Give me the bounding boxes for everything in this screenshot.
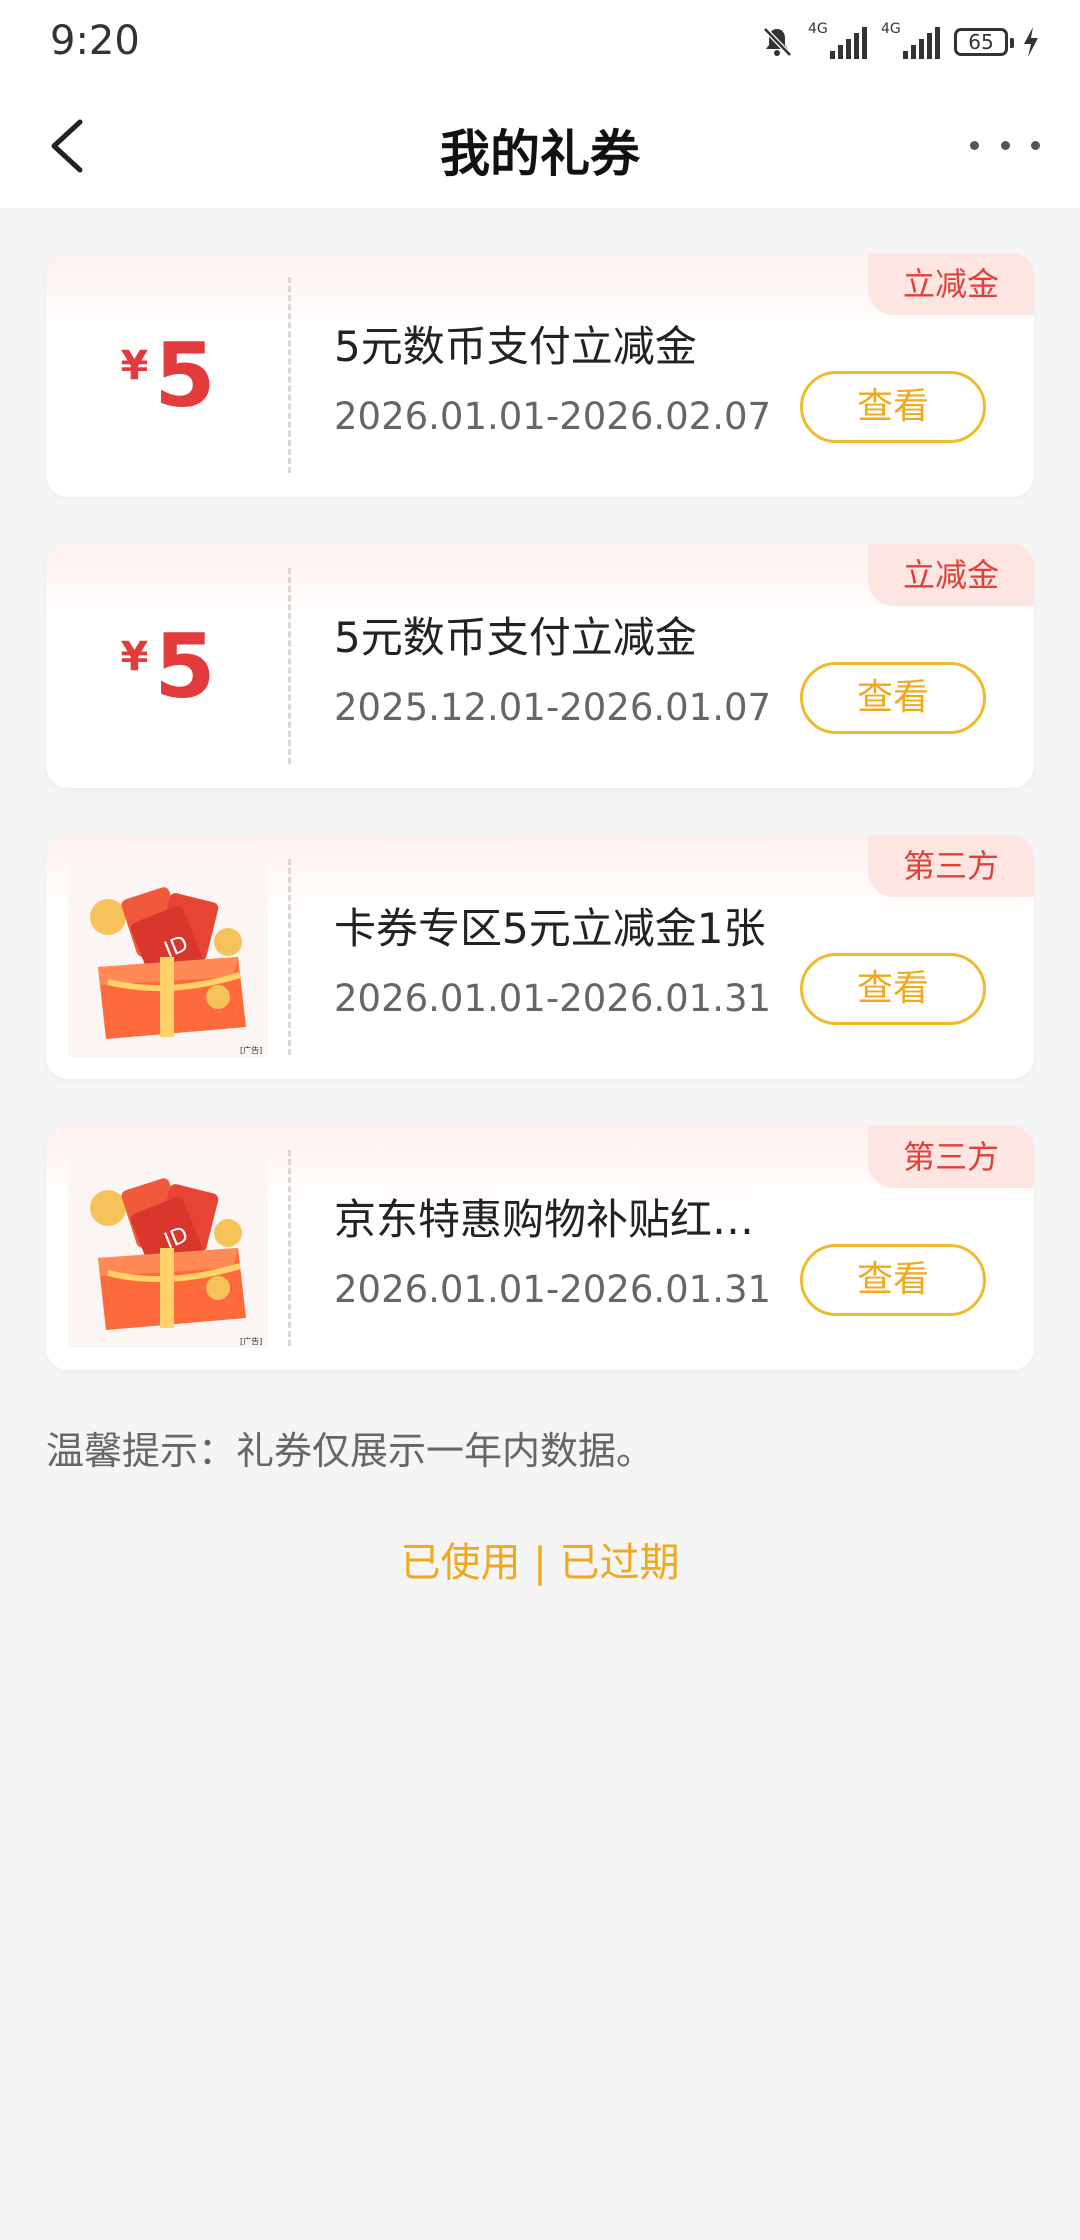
more-dots-icon [970, 140, 979, 150]
amount-value: 5 [154, 614, 216, 718]
coupon-name: 5元数币支付立减金 [334, 322, 697, 371]
dashed-divider [288, 859, 291, 1055]
status-time: 9:20 [50, 18, 140, 64]
coupon-tag: 立减金 [868, 544, 1034, 606]
signal-1-icon: 4G [808, 21, 867, 59]
page-title: 我的礼券 [440, 125, 640, 183]
dashed-divider [288, 277, 291, 473]
coupon-tag: 第三方 [868, 835, 1034, 897]
used-link[interactable]: 已使用 [401, 1540, 521, 1586]
coupon-name: 京东特惠购物补贴红… [334, 1195, 755, 1244]
coupon-tag: 第三方 [868, 1126, 1034, 1188]
currency-symbol: ¥ [120, 634, 149, 680]
dashed-divider [288, 1150, 291, 1346]
coupon-date: 2026.01.01-2026.02.07 [334, 395, 772, 438]
svg-text:[广告]: [广告] [240, 1336, 262, 1346]
charging-icon [1024, 27, 1038, 57]
coupon-date: 2026.01.01-2026.01.31 [334, 977, 772, 1020]
status-bar: 9:20 4G 4G 65 [0, 0, 1080, 84]
coupon-name: 5元数币支付立减金 [334, 613, 697, 662]
coupon-name: 卡券专区5元立减金1张 [334, 904, 766, 953]
coupon-date: 2026.01.01-2026.01.31 [334, 1268, 772, 1311]
coupon-card[interactable]: 立减金 ¥ 5 5元数币支付立减金 2025.12.01-2026.01.07 … [46, 544, 1034, 788]
coupon-amount: ¥ 5 [46, 544, 290, 788]
more-button[interactable] [970, 130, 1040, 160]
view-button[interactable]: 查看 [800, 953, 986, 1025]
svg-text:[广告]: [广告] [240, 1045, 262, 1055]
coupon-amount: ¥ 5 [46, 253, 290, 497]
expired-link[interactable]: 已过期 [559, 1540, 679, 1586]
battery-icon: 65 [954, 28, 1014, 56]
tip-text: 温馨提示：礼券仅展示一年内数据。 [46, 1429, 655, 1473]
coupon-card[interactable]: 第三方 ID [广告] 京东特惠购物补贴红… 2026.01.01-2026.0… [46, 1126, 1034, 1370]
history-links: 已使用 | 已过期 [0, 1530, 1080, 1588]
status-icons: 4G 4G 65 [760, 20, 1040, 64]
view-button[interactable]: 查看 [800, 1244, 986, 1316]
top-nav-bar: 我的礼券 [0, 84, 1080, 208]
gift-box-icon: ID [广告] [68, 1148, 268, 1348]
coupon-card[interactable]: 第三方 ID [广告] 卡券专区5元立减金1张 2026.01.01-2026.… [46, 835, 1034, 1079]
coupon-card[interactable]: 立减金 ¥ 5 5元数币支付立减金 2026.01.01-2026.02.07 … [46, 253, 1034, 497]
gift-box-icon: ID [广告] [68, 857, 268, 1057]
link-separator: | [520, 1540, 560, 1586]
bell-muted-icon [763, 27, 792, 57]
amount-value: 5 [154, 323, 216, 427]
currency-symbol: ¥ [120, 343, 149, 389]
coupon-date: 2025.12.01-2026.01.07 [334, 686, 772, 729]
view-button[interactable]: 查看 [800, 662, 986, 734]
view-button[interactable]: 查看 [800, 371, 986, 443]
dashed-divider [288, 568, 291, 764]
coupon-tag: 立减金 [868, 253, 1034, 315]
signal-2-icon: 4G [881, 21, 940, 59]
